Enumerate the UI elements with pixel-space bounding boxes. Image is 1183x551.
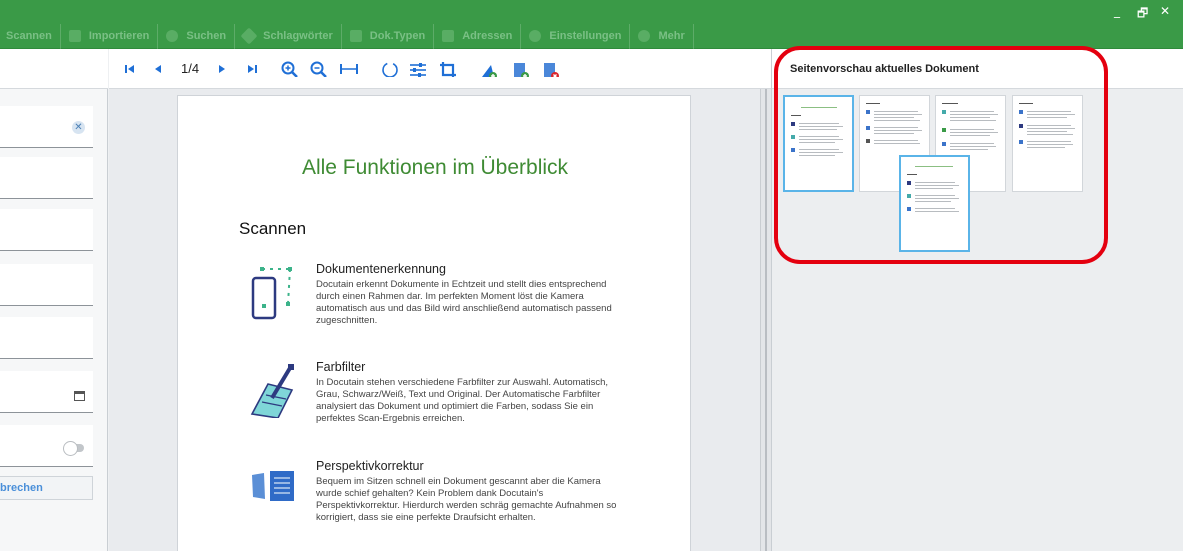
add-page-icon[interactable] [511, 61, 531, 77]
feature-heading: Farbfilter [316, 360, 366, 374]
viewer-scrollbar[interactable] [760, 89, 771, 551]
document-title: Alle Funktionen im Überblick [301, 156, 569, 179]
menu-scannen[interactable]: Scannen [0, 23, 61, 49]
add-page-left-icon[interactable] [479, 61, 499, 77]
feature-heading: Perspektivkorrektur [316, 459, 424, 473]
page-preview-panel: Seitenvorschau aktuelles Dokument [771, 46, 1183, 551]
app-window: _ 🗗 ✕ Scannen Importieren Suchen Schlagw… [0, 0, 1183, 551]
page-indicator: 1/4 [181, 61, 200, 76]
feature-text: Docutain erkennt Dokumente in Echtzeit u… [316, 279, 612, 326]
info-icon [638, 30, 651, 42]
fit-width-icon[interactable] [339, 61, 359, 77]
form-field-1[interactable]: ✕ [0, 106, 93, 148]
menu-label-adressen: Adressen [462, 30, 513, 42]
feature-text: In Docutain stehen verschiedene Farbfilt… [316, 377, 609, 424]
rotate-icon[interactable] [381, 61, 399, 77]
clear-field-icon[interactable]: ✕ [72, 121, 85, 134]
highlight-annotation [774, 46, 1108, 264]
menu-importieren[interactable]: Importieren [61, 23, 159, 49]
viewer-toolbar: 1/4 [109, 49, 771, 89]
menu-doktypen[interactable]: Dok.Typen [342, 23, 435, 49]
color-filter-icon [250, 364, 294, 418]
gear-icon [529, 30, 542, 42]
menu-label-importieren: Importieren [88, 30, 150, 42]
menu-label-einstellungen: Einstellungen [549, 30, 622, 42]
calendar-icon[interactable] [74, 391, 85, 401]
document-page: Alle Funktionen im Überblick Scannen Dok… [177, 95, 691, 551]
tag-icon [240, 27, 258, 45]
minimize-button[interactable]: _ [1114, 4, 1120, 18]
zoom-in-icon[interactable] [281, 61, 299, 77]
delete-page-icon[interactable] [541, 61, 561, 77]
date-field[interactable] [0, 371, 93, 413]
last-page-icon[interactable] [245, 61, 259, 77]
menu-label-suchen: Suchen [186, 30, 227, 42]
menu-einstellungen[interactable]: Einstellungen [521, 23, 631, 49]
perspective-correction-icon [252, 471, 294, 501]
feature-text: Bequem im Sitzen schnell ein Dokument ge… [316, 476, 617, 523]
title-bar: _ 🗗 ✕ [0, 0, 1183, 24]
import-icon [68, 30, 81, 42]
menu-schlagwoerter[interactable]: Schlagwörter [235, 23, 342, 49]
menu-label-doktypen: Dok.Typen [369, 30, 426, 42]
cancel-button[interactable]: brechen [0, 476, 93, 500]
form-field-5[interactable] [0, 317, 93, 359]
metadata-form-panel: ✕ brechen [0, 49, 108, 551]
next-page-icon[interactable] [215, 61, 229, 77]
address-icon [442, 30, 455, 42]
restore-button[interactable]: 🗗 [1137, 4, 1148, 25]
zoom-out-icon[interactable] [310, 61, 328, 77]
adjust-icon[interactable] [409, 61, 427, 77]
prev-page-icon[interactable] [151, 61, 165, 77]
menu-label-scannen: Scannen [6, 30, 52, 42]
close-window-button[interactable]: ✕ [1160, 4, 1170, 18]
menu-label-mehr: Mehr [658, 30, 685, 42]
toggle-field [0, 425, 93, 467]
form-field-4[interactable] [0, 264, 93, 306]
menu-mehr[interactable]: Mehr [630, 23, 694, 49]
section-heading: Scannen [239, 219, 307, 238]
doctype-icon [349, 30, 362, 42]
toggle-switch[interactable] [63, 441, 84, 456]
feature-perspektivkorrektur: Perspektivkorrektur Bequem im Sitzen sch… [316, 459, 626, 524]
feature-dokumentenerkennung: Dokumentenerkennung Docutain erkennt Dok… [316, 262, 626, 327]
menu-suchen[interactable]: Suchen [158, 23, 236, 49]
search-icon [166, 30, 179, 42]
crop-icon[interactable] [439, 61, 457, 77]
document-detection-icon [251, 267, 292, 320]
first-page-icon[interactable] [123, 61, 137, 77]
form-field-3[interactable] [0, 209, 93, 251]
form-field-2[interactable] [0, 157, 93, 199]
form-header [0, 49, 108, 89]
feature-farbfilter: Farbfilter In Docutain stehen verschiede… [316, 360, 626, 425]
document-viewer: 1/4 Alle Funktionen im Überblick Scannen [109, 49, 771, 551]
menu-adressen[interactable]: Adressen [434, 23, 522, 49]
menu-label-schlagwoerter: Schlagwörter [263, 30, 333, 42]
feature-heading: Dokumentenerkennung [316, 262, 446, 276]
